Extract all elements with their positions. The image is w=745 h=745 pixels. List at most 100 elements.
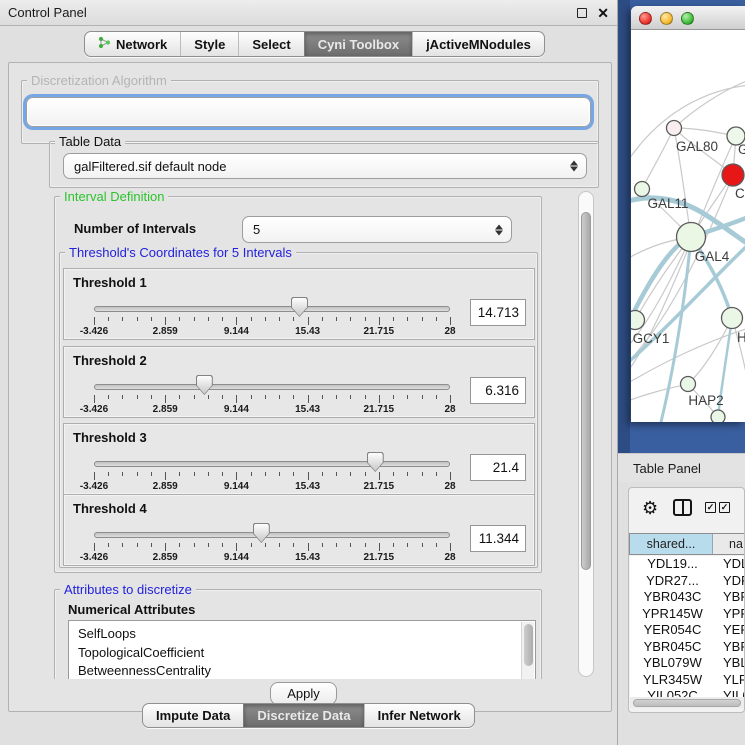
tick-label: 15.43 — [295, 481, 320, 492]
gear-icon[interactable]: ⚙ — [642, 497, 658, 519]
threshold-slider-thumb[interactable] — [291, 297, 308, 317]
attribute-list-item[interactable]: TopologicalCoefficient — [69, 644, 535, 663]
tab-jactivemnodules[interactable]: jActiveMNodules — [412, 32, 544, 56]
table-data-combo[interactable]: galFiltered.sif default node — [63, 153, 587, 179]
tick-label: 21.715 — [364, 326, 395, 337]
bottom-tabbar: Impute DataDiscretize DataInfer Network — [142, 703, 475, 728]
table-row[interactable]: YER054CYER0 — [630, 622, 745, 639]
threshold-label: Threshold 1 — [73, 275, 147, 290]
network-node-gcy1[interactable] — [631, 311, 645, 330]
network-node-c[interactable] — [722, 164, 744, 186]
control-panel-titlebar[interactable]: Control Panel ✕ — [0, 0, 617, 26]
minor-tick — [336, 543, 337, 547]
threshold-slider-track[interactable] — [94, 461, 450, 467]
attribute-list-item[interactable]: SelfLoops — [69, 625, 535, 644]
bottom-tab-infer-network[interactable]: Infer Network — [364, 704, 474, 727]
threshold-value-field[interactable]: 6.316 — [470, 377, 526, 404]
column-header-shared[interactable]: shared... — [629, 534, 713, 554]
network-window-titlebar[interactable] — [631, 6, 745, 30]
table-row[interactable]: YDL19...YDL1 — [630, 556, 745, 573]
network-icon — [98, 36, 111, 52]
table-hscrollbar-thumb[interactable] — [633, 699, 741, 707]
minor-tick — [393, 395, 394, 399]
table-data-group: Table Data galFiltered.sif default node — [49, 141, 599, 188]
cell-name: YBR0 — [715, 589, 745, 606]
table-row[interactable]: YBL079WYBL0 — [630, 655, 745, 672]
close-icon[interactable]: ✕ — [597, 6, 609, 20]
network-canvas[interactable]: GAL80GACGAL11GAL4GCY1HHAP2 — [631, 30, 745, 422]
tick-label: -3.426 — [80, 552, 108, 563]
table-row[interactable]: YBR043CYBR0 — [630, 589, 745, 606]
table-row[interactable]: YBR045CYBR0 — [630, 639, 745, 656]
column-header-name[interactable]: na — [713, 534, 745, 554]
threshold-slider-track[interactable] — [94, 532, 450, 538]
minor-tick — [108, 317, 109, 321]
network-node-gal80[interactable] — [667, 121, 682, 136]
major-tick — [165, 395, 166, 403]
float-window-icon[interactable] — [577, 8, 587, 18]
network-node-h[interactable] — [722, 308, 743, 329]
major-tick — [308, 472, 309, 480]
checkbox-icon[interactable]: ✓ — [705, 502, 716, 513]
checkbox-icon-2[interactable]: ✓ — [719, 502, 730, 513]
network-node-hap2[interactable] — [681, 377, 696, 392]
numerical-attributes-list[interactable]: SelfLoopsTopologicalCoefficientBetweenne… — [68, 620, 536, 679]
table-row[interactable]: YLR345WYLR3 — [630, 672, 745, 689]
network-view-window[interactable]: GAL80GACGAL11GAL4GCY1HHAP2 — [631, 6, 745, 422]
threshold-label: Threshold 3 — [73, 430, 147, 445]
threshold-value-field[interactable]: 14.713 — [470, 299, 526, 326]
number-of-intervals-value: 5 — [253, 217, 260, 242]
threshold-value-field[interactable]: 21.4 — [470, 454, 526, 481]
threshold-slider-thumb[interactable] — [253, 523, 270, 543]
attributes-list-scrollbar[interactable] — [521, 622, 534, 679]
threshold-slider-thumb[interactable] — [367, 452, 384, 472]
close-traffic-light-icon[interactable] — [639, 12, 652, 25]
split-columns-icon[interactable] — [673, 499, 692, 516]
attributes-group: Attributes to discretize Numerical Attri… — [54, 589, 542, 679]
threshold-slider-thumb[interactable] — [196, 375, 213, 395]
minor-tick — [393, 543, 394, 547]
minimize-traffic-light-icon[interactable] — [660, 12, 673, 25]
bottom-tab-discretize-data[interactable]: Discretize Data — [243, 704, 363, 727]
apply-button[interactable]: Apply — [270, 682, 337, 705]
network-edge — [688, 318, 732, 384]
minor-tick — [436, 543, 437, 547]
threshold-slider-track[interactable] — [94, 384, 450, 390]
tab-network[interactable]: Network — [85, 32, 180, 56]
settings-scrollbar-thumb[interactable] — [581, 212, 591, 570]
network-node-gal11[interactable] — [635, 182, 650, 197]
app-root: Control Panel ✕ NetworkStyleSelectCyni T… — [0, 0, 745, 745]
algorithm-combo[interactable] — [26, 97, 591, 127]
table-panel-header[interactable]: Table Panel — [618, 453, 745, 482]
threshold-slider-track[interactable] — [94, 306, 450, 312]
table-row[interactable]: YPR145WYPR1 — [630, 606, 745, 623]
network-view-frame[interactable]: GAL80GACGAL11GAL4GCY1HHAP2 — [618, 0, 745, 453]
number-of-intervals-spinner[interactable]: 5 — [242, 216, 512, 243]
minor-tick — [137, 395, 138, 399]
threshold-label: Threshold 2 — [73, 353, 147, 368]
table-row[interactable]: YIL052CYIL0 — [630, 688, 745, 697]
table-horizontal-scrollbar[interactable] — [630, 697, 745, 708]
tab-style[interactable]: Style — [180, 32, 238, 56]
tab-cyni-toolbox[interactable]: Cyni Toolbox — [304, 32, 412, 56]
cell-name: YBR0 — [715, 639, 745, 656]
tick-label: 21.715 — [364, 404, 395, 415]
table-row[interactable]: YDR27...YDR2 — [630, 573, 745, 590]
attribute-list-item[interactable]: BetweennessCentrality — [69, 662, 535, 679]
combo-stepper-icon — [570, 161, 578, 172]
threshold-panel-3: Threshold 3-3.4262.8599.14415.4321.71528… — [63, 423, 535, 495]
settings-vertical-scrollbar[interactable] — [578, 191, 594, 677]
tab-select[interactable]: Select — [238, 32, 303, 56]
major-tick — [165, 543, 166, 551]
cell-name: YER0 — [715, 622, 745, 639]
major-tick — [308, 317, 309, 325]
minor-tick — [422, 472, 423, 476]
cell-name: YLR3 — [715, 672, 745, 689]
bottom-tab-impute-data[interactable]: Impute Data — [143, 704, 243, 727]
network-node[interactable] — [711, 410, 725, 422]
major-tick — [94, 395, 95, 403]
zoom-traffic-light-icon[interactable] — [681, 12, 694, 25]
minor-tick — [151, 472, 152, 476]
threshold-value-field[interactable]: 11.344 — [470, 525, 526, 552]
network-node-gal4[interactable] — [677, 223, 706, 252]
